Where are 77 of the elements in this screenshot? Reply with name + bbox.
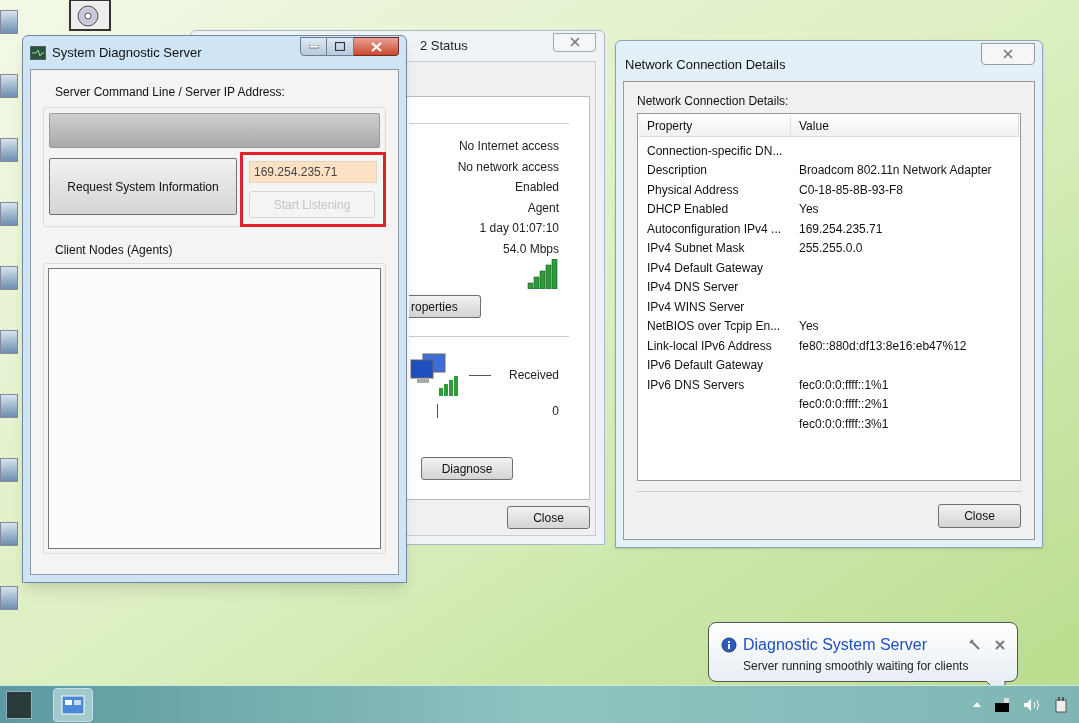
property-cell-text: IPv4 Default Gateway — [647, 259, 764, 277]
wrench-icon[interactable] — [969, 639, 981, 651]
list-label: Network Connection Details: — [637, 93, 790, 110]
group-label: Server Command Line / Server IP Address: — [55, 84, 285, 101]
minimize-icon — [308, 44, 319, 49]
close-icon — [370, 41, 382, 52]
group-label: Client Nodes (Agents) — [55, 242, 173, 259]
value-cell-text: fec0:0:0:ffff::1%1 — [799, 376, 890, 394]
maximize-icon — [335, 42, 345, 51]
property-cell-text: NetBIOS over Tcpip En... — [647, 318, 781, 336]
property-cell-text: Connection-specific DN... — [647, 142, 783, 160]
property-cell-text: IPv4 WINS Server — [647, 298, 745, 316]
property-cell-text: IPv6 Default Gateway — [647, 357, 764, 375]
show-hidden-icons[interactable] — [973, 702, 981, 707]
field-value: Agent — [527, 199, 559, 217]
diagnose-button[interactable]: Diagnose — [421, 457, 513, 480]
property-cell-text: IPv6 DNS Servers — [647, 376, 745, 394]
desktop-icon[interactable] — [0, 522, 18, 546]
field-value: No Internet access — [458, 138, 559, 156]
tray-app-icon[interactable] — [995, 697, 1009, 712]
value-cell-text: 255.255.0.0 — [799, 240, 864, 258]
desktop-icon[interactable] — [0, 394, 18, 418]
value-cell-text: Broadcom 802.11n Network Adapter — [799, 162, 993, 180]
maximize-button[interactable] — [327, 37, 354, 56]
start-button[interactable] — [6, 690, 32, 719]
value-cell-text: Yes — [799, 201, 820, 219]
request-button[interactable]: Request System Information — [49, 158, 237, 215]
signal-strength-icon — [527, 259, 559, 289]
window-title: Network Connection Details — [625, 56, 786, 75]
value-cell-text: Yes — [799, 318, 820, 336]
close-icon[interactable] — [995, 640, 1005, 650]
desktop-icon[interactable] — [0, 586, 18, 610]
property-cell-text: Autoconfiguration IPv4 ... — [647, 220, 782, 238]
value-cell-text: fec0:0:0:ffff::2%1 — [799, 396, 890, 414]
property-cell-text: Link-local IPv6 Address — [647, 337, 772, 355]
close-button[interactable]: Close — [507, 506, 590, 529]
property-cell-text: Description — [647, 162, 708, 180]
window-title: System Diagnostic Server — [52, 43, 202, 62]
column-header[interactable]: Property — [639, 115, 791, 136]
received-label: Received — [507, 367, 559, 384]
value-cell-text: 169.254.235.71 — [799, 220, 884, 238]
packets-received-value: 0 — [551, 403, 559, 420]
desktop-icon[interactable] — [0, 138, 18, 162]
desktop-icon[interactable] — [0, 266, 18, 290]
property-cell-text: IPv4 DNS Server — [647, 279, 739, 297]
close-button[interactable] — [354, 37, 399, 56]
close-button[interactable]: Close — [938, 504, 1021, 528]
value-cell-text: fe80::880d:df13:8e16:eb47%12 — [799, 337, 968, 355]
close-icon — [1003, 49, 1013, 59]
window-app-icon — [61, 694, 85, 715]
value-cell-text: C0-18-85-8B-93-F8 — [799, 181, 905, 199]
desktop-icon[interactable] — [0, 330, 18, 354]
window-title: 2 Status — [420, 37, 468, 56]
power-plug-icon[interactable] — [1055, 696, 1069, 713]
property-cell-text: Physical Address — [647, 181, 739, 199]
property-cell-text: DHCP Enabled — [647, 201, 729, 219]
field-value: No network access — [457, 158, 559, 176]
property-cell-text: IPv4 Subnet Mask — [647, 240, 745, 258]
volume-icon[interactable] — [1023, 697, 1041, 712]
field-value: Enabled — [514, 179, 559, 197]
desktop-icon[interactable] — [0, 74, 18, 98]
desktop-icon[interactable] — [0, 458, 18, 482]
ip-address-field[interactable]: 169.254.235.71 — [249, 161, 377, 183]
taskbar-app-button[interactable] — [53, 687, 93, 722]
info-icon — [721, 637, 737, 653]
field-value: 1 day 01:07:10 — [479, 220, 559, 238]
notification-message: Server running smoothly waiting for clients — [743, 658, 970, 675]
notification-title: Diagnostic System Server — [743, 635, 928, 655]
app-icon — [30, 45, 46, 60]
value-cell-text: fec0:0:0:ffff::3%1 — [799, 415, 890, 433]
column-header[interactable]: Value — [791, 115, 1019, 136]
desktop-icon[interactable] — [0, 10, 18, 34]
disc-program-icon[interactable] — [68, 0, 112, 32]
properties-button[interactable]: roperties — [409, 295, 481, 318]
desktop-icon[interactable] — [0, 202, 18, 226]
field-value: 54.0 Mbps — [502, 240, 559, 258]
close-icon — [569, 37, 580, 47]
